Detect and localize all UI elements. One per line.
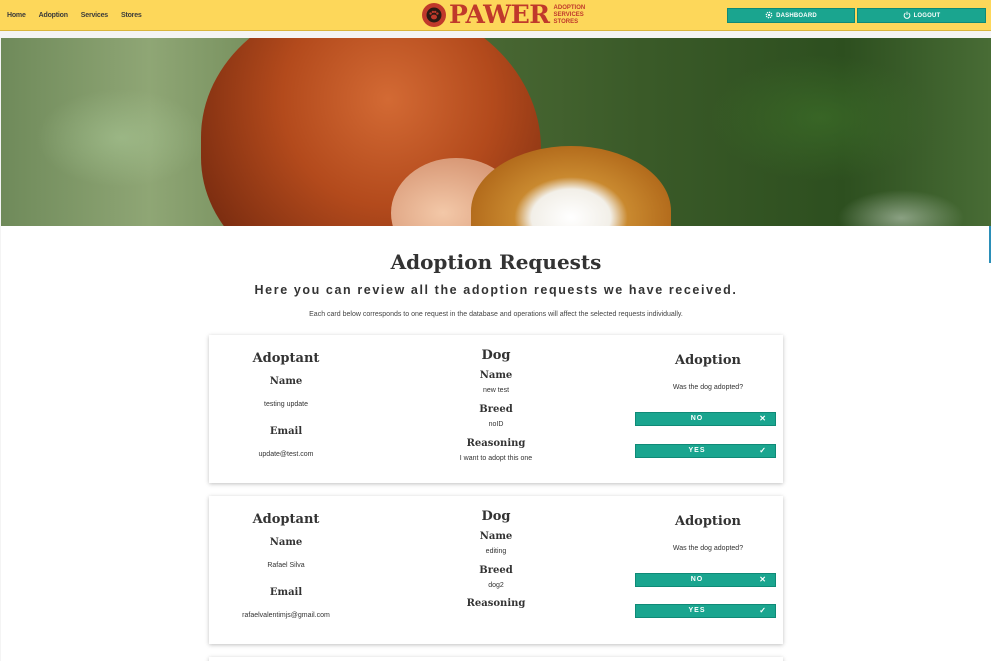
adoptant-name-value: testing update: [264, 401, 308, 408]
reasoning-value: I want to adopt this one: [459, 455, 533, 462]
nav-links: Home Adoption Services Stores: [7, 0, 155, 31]
dog-name-value: new test: [482, 387, 510, 394]
adoption-question: Was the dog adopted?: [672, 384, 744, 391]
adoptant-email-label: Email: [269, 426, 303, 437]
dashboard-button[interactable]: DASHBOARD: [727, 8, 855, 23]
nav-link-stores[interactable]: Stores: [121, 12, 151, 19]
request-card: [209, 657, 783, 661]
dog-name-label: Name: [479, 370, 513, 381]
no-label: NO: [690, 415, 704, 422]
no-label: NO: [690, 576, 704, 583]
dog-heading: Dog: [481, 348, 511, 363]
yes-button[interactable]: YES ✓: [635, 604, 776, 618]
page-note: Each card below corresponds to one reque…: [309, 311, 683, 318]
adoptant-heading: Adoptant: [252, 512, 320, 527]
dog-heading: Dog: [481, 509, 511, 524]
reasoning-label: Reasoning: [466, 598, 526, 609]
dog-breed-value: noID: [488, 421, 504, 428]
no-button[interactable]: NO ✕: [635, 412, 776, 426]
adoptant-email-value: update@test.com: [258, 451, 314, 458]
logo-sub-stores: STORES: [553, 18, 579, 25]
paw-icon: [422, 3, 446, 27]
nav-link-services[interactable]: Services: [81, 12, 117, 19]
adoptant-name-label: Name: [269, 376, 303, 387]
logo-subtitle: ADOPTION SERVICES STORES: [554, 5, 586, 26]
logout-label: LOGOUT: [913, 12, 941, 19]
gear-icon: [765, 11, 773, 21]
logo-text: PAWER: [449, 0, 550, 29]
check-icon: ✓: [759, 606, 767, 615]
hero-image: [1, 38, 991, 226]
dog-breed-label: Breed: [479, 565, 513, 576]
page-subtitle: Here you can review all the adoption req…: [254, 283, 738, 297]
no-button[interactable]: NO ✕: [635, 573, 776, 587]
logo-sub-services: SERVICES: [553, 11, 584, 18]
adoptant-email-label: Email: [269, 587, 303, 598]
adoption-heading: Adoption: [674, 514, 741, 529]
request-card: Adoptant Name Rafael Silva Email rafaelv…: [209, 496, 783, 644]
adoptant-heading: Adoptant: [252, 351, 320, 366]
power-icon: [903, 11, 911, 21]
adoptant-email-value: rafaelvalentimjs@gmail.com: [242, 612, 330, 619]
adoption-question: Was the dog adopted?: [672, 545, 744, 552]
yes-label: YES: [688, 607, 706, 614]
nav-link-home[interactable]: Home: [7, 12, 35, 19]
nav-link-adoption[interactable]: Adoption: [39, 12, 77, 19]
dog-name-label: Name: [479, 531, 513, 542]
dog-name-value: editing: [485, 548, 507, 555]
adoptant-name-label: Name: [269, 537, 303, 548]
main-content: Adoption Requests Here you can review al…: [1, 226, 991, 661]
logo[interactable]: PAWER ADOPTION SERVICES STORES: [422, 1, 585, 29]
yes-label: YES: [688, 447, 706, 454]
reasoning-label: Reasoning: [466, 438, 526, 449]
request-card: Adoptant Name testing update Email updat…: [209, 335, 783, 483]
dashboard-label: DASHBOARD: [776, 12, 817, 19]
yes-button[interactable]: YES ✓: [635, 444, 776, 458]
navbar: Home Adoption Services Stores PAWER ADOP…: [0, 0, 991, 31]
adoption-heading: Adoption: [674, 353, 741, 368]
adoptant-name-value: Rafael Silva: [267, 562, 305, 569]
check-icon: ✓: [759, 446, 767, 455]
logout-button[interactable]: LOGOUT: [857, 8, 986, 23]
close-icon: ✕: [759, 575, 767, 584]
dog-breed-label: Breed: [479, 404, 513, 415]
page-title: Adoption Requests: [390, 250, 602, 274]
logo-sub-adoption: ADOPTION: [553, 4, 586, 11]
close-icon: ✕: [759, 414, 767, 423]
dog-breed-value: dog2: [488, 582, 504, 589]
